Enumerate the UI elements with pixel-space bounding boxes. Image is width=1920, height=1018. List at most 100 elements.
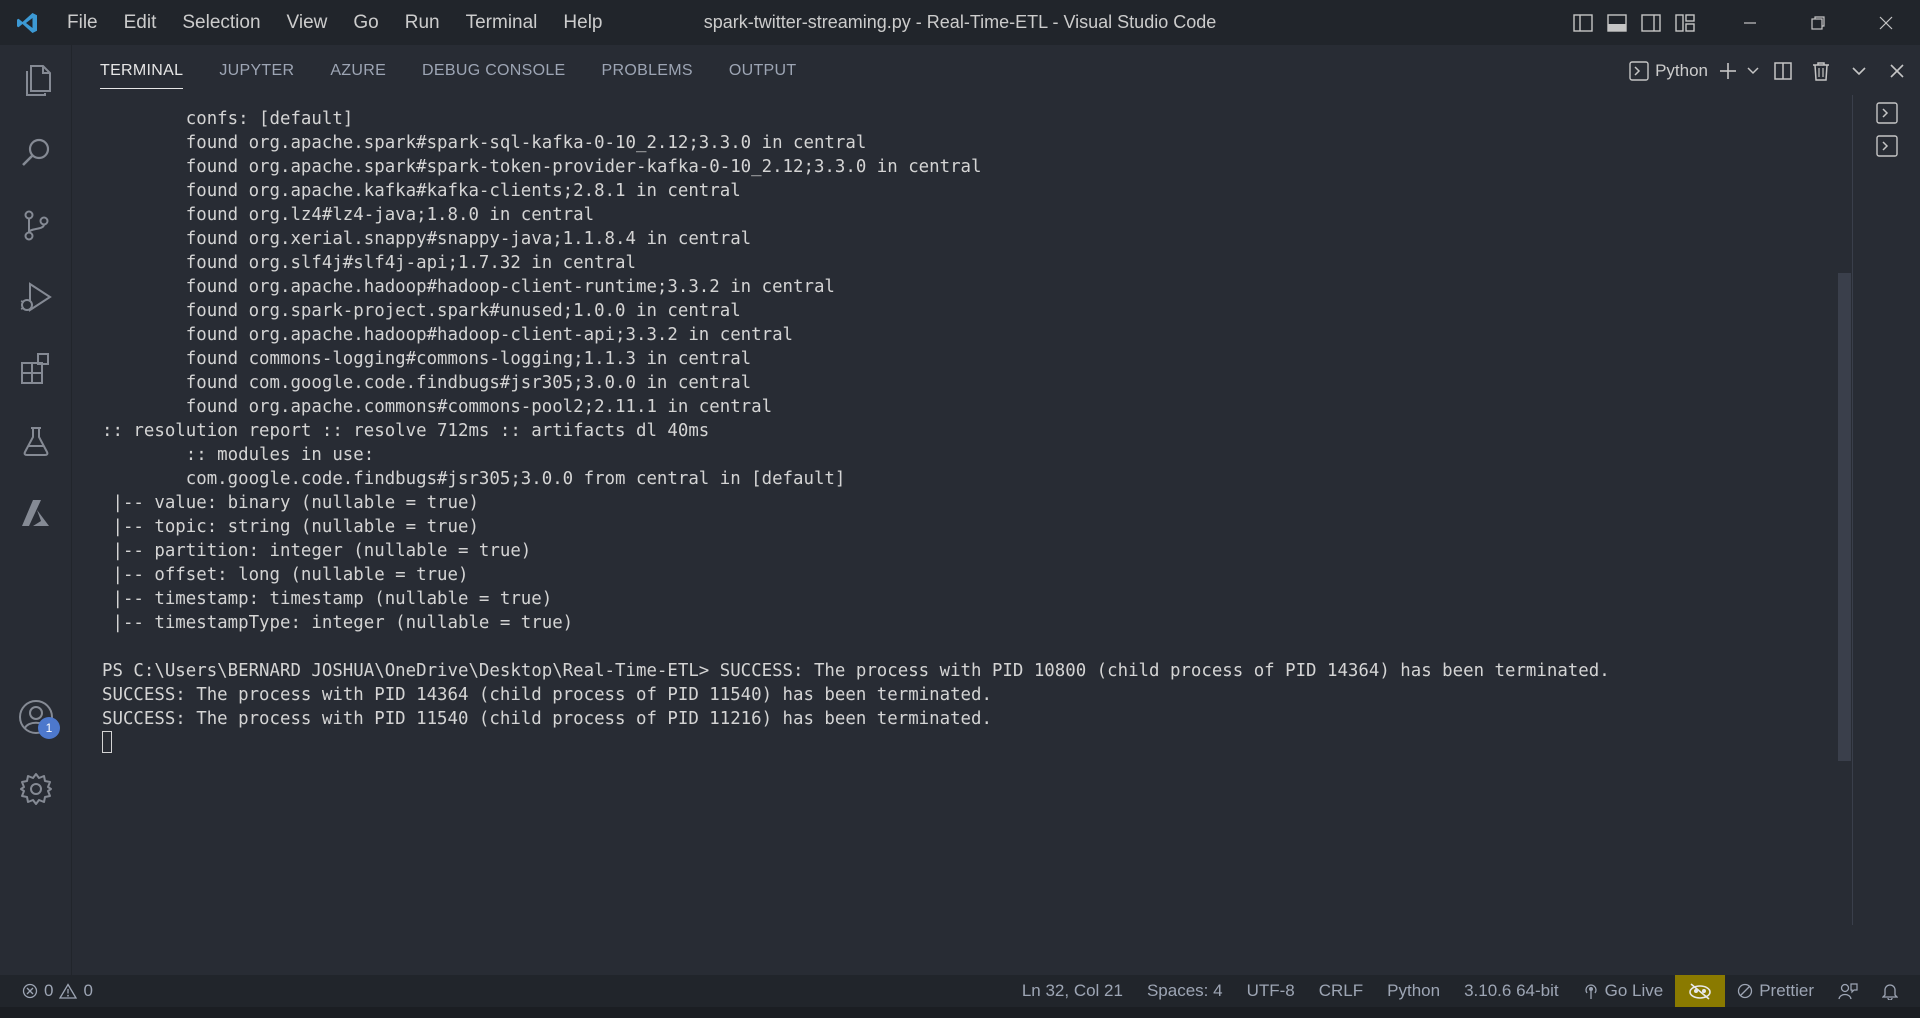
maximize-panel-chevron-icon[interactable] xyxy=(1840,52,1878,90)
problems-status[interactable]: 0 0 xyxy=(0,981,93,1001)
terminal-line: |-- timestamp: timestamp (nullable = tru… xyxy=(102,589,553,609)
panel-tabs: TERMINAL JUPYTER AZURE DEBUG CONSOLE PRO… xyxy=(72,45,832,97)
tab-terminal[interactable]: TERMINAL xyxy=(100,45,184,97)
kill-terminal-trash-icon[interactable] xyxy=(1802,52,1840,90)
terminal-cursor xyxy=(102,731,112,753)
menu-selection[interactable]: Selection xyxy=(169,0,273,45)
terminal-line: found org.apache.spark#spark-sql-kafka-0… xyxy=(102,133,867,153)
terminal-line: :: resolution report :: resolve 712ms ::… xyxy=(102,421,710,441)
terminal-shell-selector[interactable]: Python xyxy=(1629,61,1708,81)
menu-help[interactable]: Help xyxy=(550,0,615,45)
indentation[interactable]: Spaces: 4 xyxy=(1135,975,1235,1007)
menu-edit[interactable]: Edit xyxy=(111,0,170,45)
terminal-scrollbar[interactable] xyxy=(1838,273,1851,761)
error-icon xyxy=(22,983,38,999)
terminal-line: |-- topic: string (nullable = true) xyxy=(102,517,479,537)
terminal-line: |-- timestampType: integer (nullable = t… xyxy=(102,613,574,633)
terminal-line: found org.spark-project.spark#unused;1.0… xyxy=(102,301,741,321)
toggle-secondary-sidebar-icon[interactable] xyxy=(1634,0,1668,45)
menu-run[interactable]: Run xyxy=(392,0,453,45)
prettier-button[interactable]: Prettier xyxy=(1725,975,1826,1007)
cursor-position[interactable]: Ln 32, Col 21 xyxy=(1010,975,1135,1007)
terminal-line: found org.apache.spark#spark-token-provi… xyxy=(102,157,982,177)
toggle-panel-icon[interactable] xyxy=(1600,0,1634,45)
split-terminal-icon[interactable] xyxy=(1764,52,1802,90)
new-terminal-plus-icon[interactable] xyxy=(1714,52,1742,90)
notifications-bell-icon[interactable] xyxy=(1870,975,1920,1007)
go-live-label: Go Live xyxy=(1604,981,1664,1000)
python-interpreter[interactable]: 3.10.6 64-bit xyxy=(1452,975,1571,1007)
accounts-icon[interactable]: 1 xyxy=(0,681,72,753)
terminal-line: found org.xerial.snappy#snappy-java;1.1.… xyxy=(102,229,752,249)
warning-icon xyxy=(59,983,78,999)
panel-actions: Python xyxy=(1629,45,1920,97)
terminal-line: |-- offset: long (nullable = true) xyxy=(102,565,469,585)
terminal-shell-label: Python xyxy=(1655,61,1708,80)
terminal-prompt-line[interactable] xyxy=(102,731,1852,755)
menu-bar: File Edit Selection View Go Run Terminal… xyxy=(54,0,616,45)
terminal-line: SUCCESS: The process with PID 11540 (chi… xyxy=(102,709,992,729)
menu-file[interactable]: File xyxy=(54,0,111,45)
terminal-line: found org.apache.commons#commons-pool2;2… xyxy=(102,397,773,417)
terminal-line: found org.lz4#lz4-java;1.8.0 in central xyxy=(102,205,595,225)
tab-azure[interactable]: AZURE xyxy=(330,45,386,97)
title-bar: File Edit Selection View Go Run Terminal… xyxy=(0,0,1920,45)
accounts-badge: 1 xyxy=(38,717,60,739)
language-mode[interactable]: Python xyxy=(1375,975,1452,1007)
terminal-line: com.google.code.findbugs#jsr305;3.0.0 fr… xyxy=(102,469,846,489)
terminal-line: found org.slf4j#slf4j-api;1.7.32 in cent… xyxy=(102,253,636,273)
run-debug-icon[interactable] xyxy=(0,261,72,333)
vscode-logo-icon[interactable] xyxy=(0,0,54,45)
prettier-label: Prettier xyxy=(1759,981,1814,1000)
terminal-instance-1-icon[interactable] xyxy=(1872,98,1902,128)
tab-debug-console[interactable]: DEBUG CONSOLE xyxy=(422,45,566,97)
extensions-icon[interactable] xyxy=(0,333,72,405)
terminal-line: SUCCESS: The process with PID 14364 (chi… xyxy=(102,685,992,705)
copilot-status-icon[interactable] xyxy=(1675,975,1726,1007)
toggle-primary-sidebar-icon[interactable] xyxy=(1566,0,1600,45)
terminal-line: found org.apache.hadoop#hadoop-client-ru… xyxy=(102,277,835,297)
terminal-output[interactable]: confs: [default] found org.apache.spark#… xyxy=(102,107,1852,887)
terminal-panel: TERMINAL JUPYTER AZURE DEBUG CONSOLE PRO… xyxy=(72,45,1920,975)
feedback-icon[interactable] xyxy=(1826,975,1870,1007)
manage-gear-icon[interactable] xyxy=(0,753,72,825)
tab-output[interactable]: OUTPUT xyxy=(729,45,797,97)
minimize-icon[interactable] xyxy=(1716,0,1784,45)
terminal-line: found org.apache.kafka#kafka-clients;2.8… xyxy=(102,181,741,201)
terminal-line: found com.google.code.findbugs#jsr305;3.… xyxy=(102,373,752,393)
bottom-strip xyxy=(0,1007,1920,1018)
azure-icon[interactable] xyxy=(0,477,72,549)
terminal-line: confs: [default] xyxy=(102,109,354,129)
close-panel-icon[interactable] xyxy=(1878,52,1916,90)
tab-jupyter[interactable]: JUPYTER xyxy=(219,45,294,97)
menu-view[interactable]: View xyxy=(274,0,341,45)
customize-layout-icon[interactable] xyxy=(1668,0,1702,45)
restore-icon[interactable] xyxy=(1784,0,1852,45)
testing-icon[interactable] xyxy=(0,405,72,477)
encoding[interactable]: UTF-8 xyxy=(1235,975,1307,1007)
terminal-instance-2-icon[interactable] xyxy=(1872,131,1902,161)
broadcast-icon xyxy=(1584,984,1597,999)
menu-terminal[interactable]: Terminal xyxy=(453,0,551,45)
tab-problems[interactable]: PROBLEMS xyxy=(602,45,693,97)
terminal-line: found org.apache.hadoop#hadoop-client-ap… xyxy=(102,325,794,345)
status-bar: 0 0 Ln 32, Col 21 Spaces: 4 UTF-8 CRLF P… xyxy=(0,975,1920,1007)
explorer-icon[interactable] xyxy=(0,45,72,117)
terminal-line: found commons-logging#commons-logging;1.… xyxy=(102,349,752,369)
terminal-line: PS C:\Users\BERNARD JOSHUA\OneDrive\Desk… xyxy=(102,661,1610,681)
warning-count: 0 xyxy=(83,981,93,1000)
terminal-list-divider xyxy=(1852,95,1853,925)
menu-go[interactable]: Go xyxy=(340,0,391,45)
go-live-button[interactable]: Go Live xyxy=(1571,975,1676,1007)
terminal-line: |-- partition: integer (nullable = true) xyxy=(102,541,532,561)
close-window-icon[interactable] xyxy=(1852,0,1920,45)
launch-profile-chevron-down-icon[interactable] xyxy=(1742,52,1764,90)
activity-bar: 1 xyxy=(0,45,72,975)
prettier-block-icon xyxy=(1738,983,1753,999)
error-count: 0 xyxy=(44,981,54,1000)
end-of-line[interactable]: CRLF xyxy=(1307,975,1375,1007)
terminal-shell-icon xyxy=(1629,61,1649,81)
search-icon[interactable] xyxy=(0,117,72,189)
source-control-icon[interactable] xyxy=(0,189,72,261)
